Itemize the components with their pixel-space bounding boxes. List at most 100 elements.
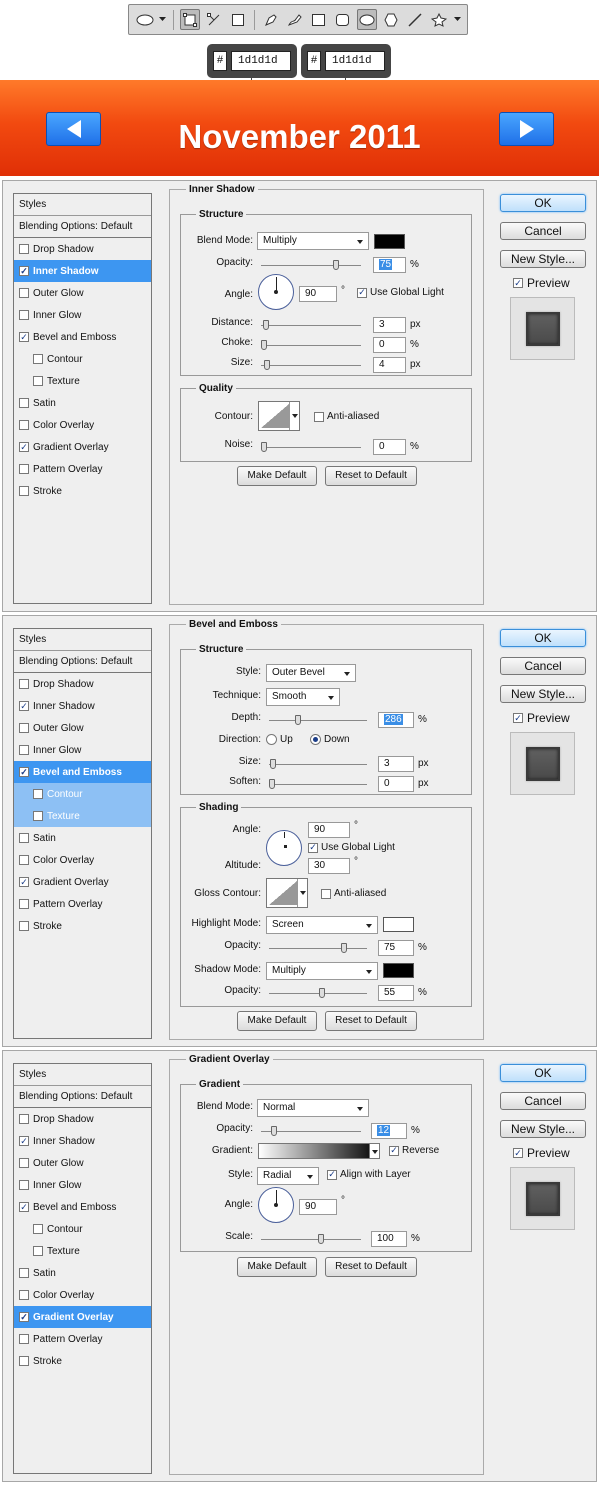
slider-thumb[interactable] <box>319 988 325 998</box>
checkbox-checked[interactable]: ✓ <box>19 701 29 711</box>
checkbox-unchecked[interactable] <box>19 288 29 298</box>
checkbox-unchecked[interactable] <box>19 398 29 408</box>
checkbox-unchecked[interactable] <box>19 1114 29 1124</box>
direction-down-radio[interactable]: Down <box>310 734 350 745</box>
style-item-color-overlay[interactable]: Color Overlay <box>14 849 151 871</box>
noise-slider[interactable] <box>261 442 361 452</box>
slider-thumb[interactable] <box>318 1234 324 1244</box>
checkbox-unchecked[interactable] <box>19 745 29 755</box>
size-input[interactable]: 3 <box>378 756 414 772</box>
anti-aliased-checkbox[interactable]: Anti-aliased <box>314 411 379 422</box>
use-global-light-checkbox[interactable]: ✓ Use Global Light <box>308 842 395 853</box>
reset-to-default-button[interactable]: Reset to Default <box>325 1011 417 1031</box>
style-item-contour[interactable]: Contour <box>14 1218 151 1240</box>
style-item-pattern-overlay[interactable]: Pattern Overlay <box>14 893 151 915</box>
checkbox-checked[interactable]: ✓ <box>357 287 367 298</box>
checkbox-unchecked[interactable] <box>19 899 29 909</box>
prev-month-button[interactable] <box>46 112 101 146</box>
checkbox-checked[interactable]: ✓ <box>19 1202 29 1212</box>
shadow-opacity-input[interactable]: 55 <box>378 985 414 1001</box>
make-default-button[interactable]: Make Default <box>237 1011 317 1031</box>
highlight-color-swatch[interactable] <box>383 917 414 932</box>
reset-to-default-button[interactable]: Reset to Default <box>325 466 417 486</box>
style-item-satin[interactable]: Satin <box>14 1262 151 1284</box>
style-item-pattern-overlay[interactable]: Pattern Overlay <box>14 458 151 480</box>
size-input[interactable]: 4 <box>373 357 406 373</box>
style-item-texture[interactable]: Texture <box>14 1240 151 1262</box>
opacity-slider[interactable] <box>261 260 361 270</box>
ellipse-icon[interactable] <box>135 9 155 30</box>
checkbox-unchecked[interactable] <box>33 376 43 386</box>
checkbox-checked[interactable]: ✓ <box>19 1312 29 1322</box>
checkbox-unchecked[interactable] <box>33 1246 43 1256</box>
make-default-button[interactable]: Make Default <box>237 1257 317 1277</box>
preview-checkbox[interactable]: ✓ Preview <box>513 276 570 290</box>
style-item-gradient-overlay[interactable]: ✓ Gradient Overlay <box>14 1306 151 1328</box>
new-style-button[interactable]: New Style... <box>500 250 586 268</box>
pen-icon[interactable] <box>261 9 281 30</box>
new-style-button[interactable]: New Style... <box>500 1120 586 1138</box>
highlight-opacity-slider[interactable] <box>269 943 367 953</box>
size-slider[interactable] <box>261 360 361 370</box>
slider-thumb[interactable] <box>263 320 269 330</box>
distance-slider[interactable] <box>261 320 361 330</box>
contour-picker[interactable] <box>258 401 300 431</box>
checkbox-checked[interactable]: ✓ <box>19 877 29 887</box>
angle-input[interactable]: 90 <box>308 822 350 838</box>
checkbox-checked[interactable]: ✓ <box>389 1145 399 1156</box>
checkbox-unchecked[interactable] <box>33 789 43 799</box>
checkbox-unchecked[interactable] <box>19 464 29 474</box>
style-item-bevel-and-emboss[interactable]: ✓ Bevel and Emboss <box>14 326 151 348</box>
altitude-input[interactable]: 30 <box>308 858 350 874</box>
style-item-drop-shadow[interactable]: Drop Shadow <box>14 673 151 695</box>
slider-thumb[interactable] <box>270 759 276 769</box>
angle-dial[interactable] <box>266 830 302 866</box>
checkbox-unchecked[interactable] <box>19 244 29 254</box>
preview-checkbox[interactable]: ✓ Preview <box>513 1146 570 1160</box>
slider-thumb[interactable] <box>295 715 301 725</box>
polygon-icon[interactable] <box>381 9 401 30</box>
checkbox-unchecked[interactable] <box>19 921 29 931</box>
checkbox-unchecked[interactable] <box>19 833 29 843</box>
style-item-inner-glow[interactable]: Inner Glow <box>14 739 151 761</box>
hex-value-input[interactable]: 1d1d1d <box>231 51 291 71</box>
checkbox-checked[interactable]: ✓ <box>19 1136 29 1146</box>
style-item-outer-glow[interactable]: Outer Glow <box>14 282 151 304</box>
shadow-color-swatch[interactable] <box>383 963 414 978</box>
checkbox-checked[interactable]: ✓ <box>513 713 523 723</box>
angle-dial[interactable] <box>258 1187 294 1223</box>
style-item-satin[interactable]: Satin <box>14 392 151 414</box>
checkbox-unchecked[interactable] <box>19 855 29 865</box>
style-item-satin[interactable]: Satin <box>14 827 151 849</box>
make-default-button[interactable]: Make Default <box>237 466 317 486</box>
style-item-contour[interactable]: Contour <box>14 783 151 805</box>
checkbox-checked[interactable]: ✓ <box>308 842 318 853</box>
scale-input[interactable]: 100 <box>371 1231 407 1247</box>
checkbox-unchecked[interactable] <box>19 723 29 733</box>
styles-header[interactable]: Styles <box>14 194 151 216</box>
styles-header[interactable]: Styles <box>14 629 151 651</box>
gradient-style-select[interactable]: Radial <box>257 1167 319 1185</box>
style-item-stroke[interactable]: Stroke <box>14 1350 151 1372</box>
checkbox-checked[interactable]: ✓ <box>513 1148 523 1158</box>
cancel-button[interactable]: Cancel <box>500 1092 586 1110</box>
use-global-light-checkbox[interactable]: ✓ Use Global Light <box>357 287 444 298</box>
style-item-inner-shadow[interactable]: ✓ Inner Shadow <box>14 1130 151 1152</box>
styles-header[interactable]: Styles <box>14 1064 151 1086</box>
style-item-drop-shadow[interactable]: Drop Shadow <box>14 1108 151 1130</box>
checkbox-unchecked[interactable] <box>19 1290 29 1300</box>
blend-mode-select[interactable]: Normal <box>257 1099 369 1117</box>
radio-on[interactable] <box>310 734 321 745</box>
style-item-inner-glow[interactable]: Inner Glow <box>14 304 151 326</box>
checkbox-unchecked[interactable] <box>33 811 43 821</box>
ok-button[interactable]: OK <box>500 1064 586 1082</box>
shadow-color-swatch[interactable] <box>374 234 405 249</box>
preview-checkbox[interactable]: ✓ Preview <box>513 711 570 725</box>
direction-up-radio[interactable]: Up <box>266 734 293 745</box>
checkbox-checked[interactable]: ✓ <box>19 767 29 777</box>
slider-thumb[interactable] <box>269 779 275 789</box>
radio-off[interactable] <box>266 734 277 745</box>
checkbox-unchecked[interactable] <box>19 1158 29 1168</box>
slider-thumb[interactable] <box>261 442 267 452</box>
paths-icon[interactable] <box>204 9 224 30</box>
